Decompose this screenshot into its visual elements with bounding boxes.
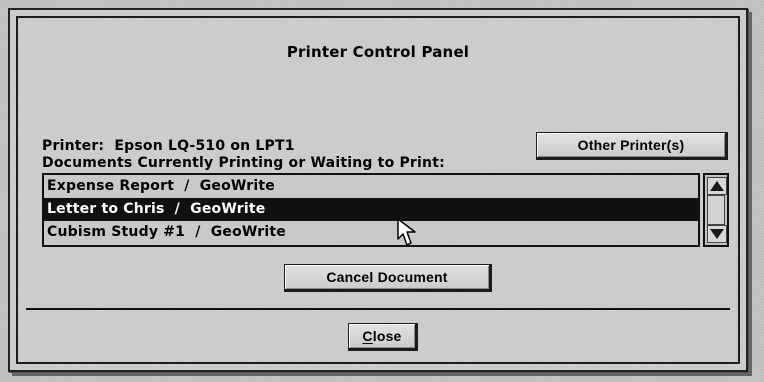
screen-background: Printer Control Panel Printer: Epson LQ-… [0,0,764,382]
document-item-letter-to-chris[interactable]: Letter to Chris / GeoWrite [44,198,698,221]
printer-label: Printer: Epson LQ-510 on LPT1 [42,138,295,154]
divider [26,308,730,310]
mouse-pointer-icon [397,218,416,246]
cancel-document-button[interactable]: Cancel Document [284,264,492,292]
scroll-up-button[interactable] [707,177,727,195]
scroll-thumb[interactable] [707,195,725,225]
up-arrow-icon [710,181,724,191]
document-item-expense-report[interactable]: Expense Report / GeoWrite [44,175,698,198]
down-arrow-icon [710,229,724,239]
dialog-title: Printer Control Panel [286,43,470,61]
scroll-down-button[interactable] [707,225,727,243]
other-printers-button[interactable]: Other Printer(s) [536,132,728,160]
document-item-cubism-study[interactable]: Cubism Study #1 / GeoWrite [44,221,698,244]
close-button[interactable]: Close [348,323,418,351]
close-label: lose [372,328,402,344]
document-list[interactable]: Expense Report / GeoWrite Letter to Chri… [42,173,700,247]
close-mnemonic: C [362,328,373,344]
printer-control-panel-dialog: Printer Control Panel Printer: Epson LQ-… [8,8,748,372]
documents-label: Documents Currently Printing or Waiting … [42,155,445,171]
document-list-scrollbar[interactable] [703,173,729,247]
